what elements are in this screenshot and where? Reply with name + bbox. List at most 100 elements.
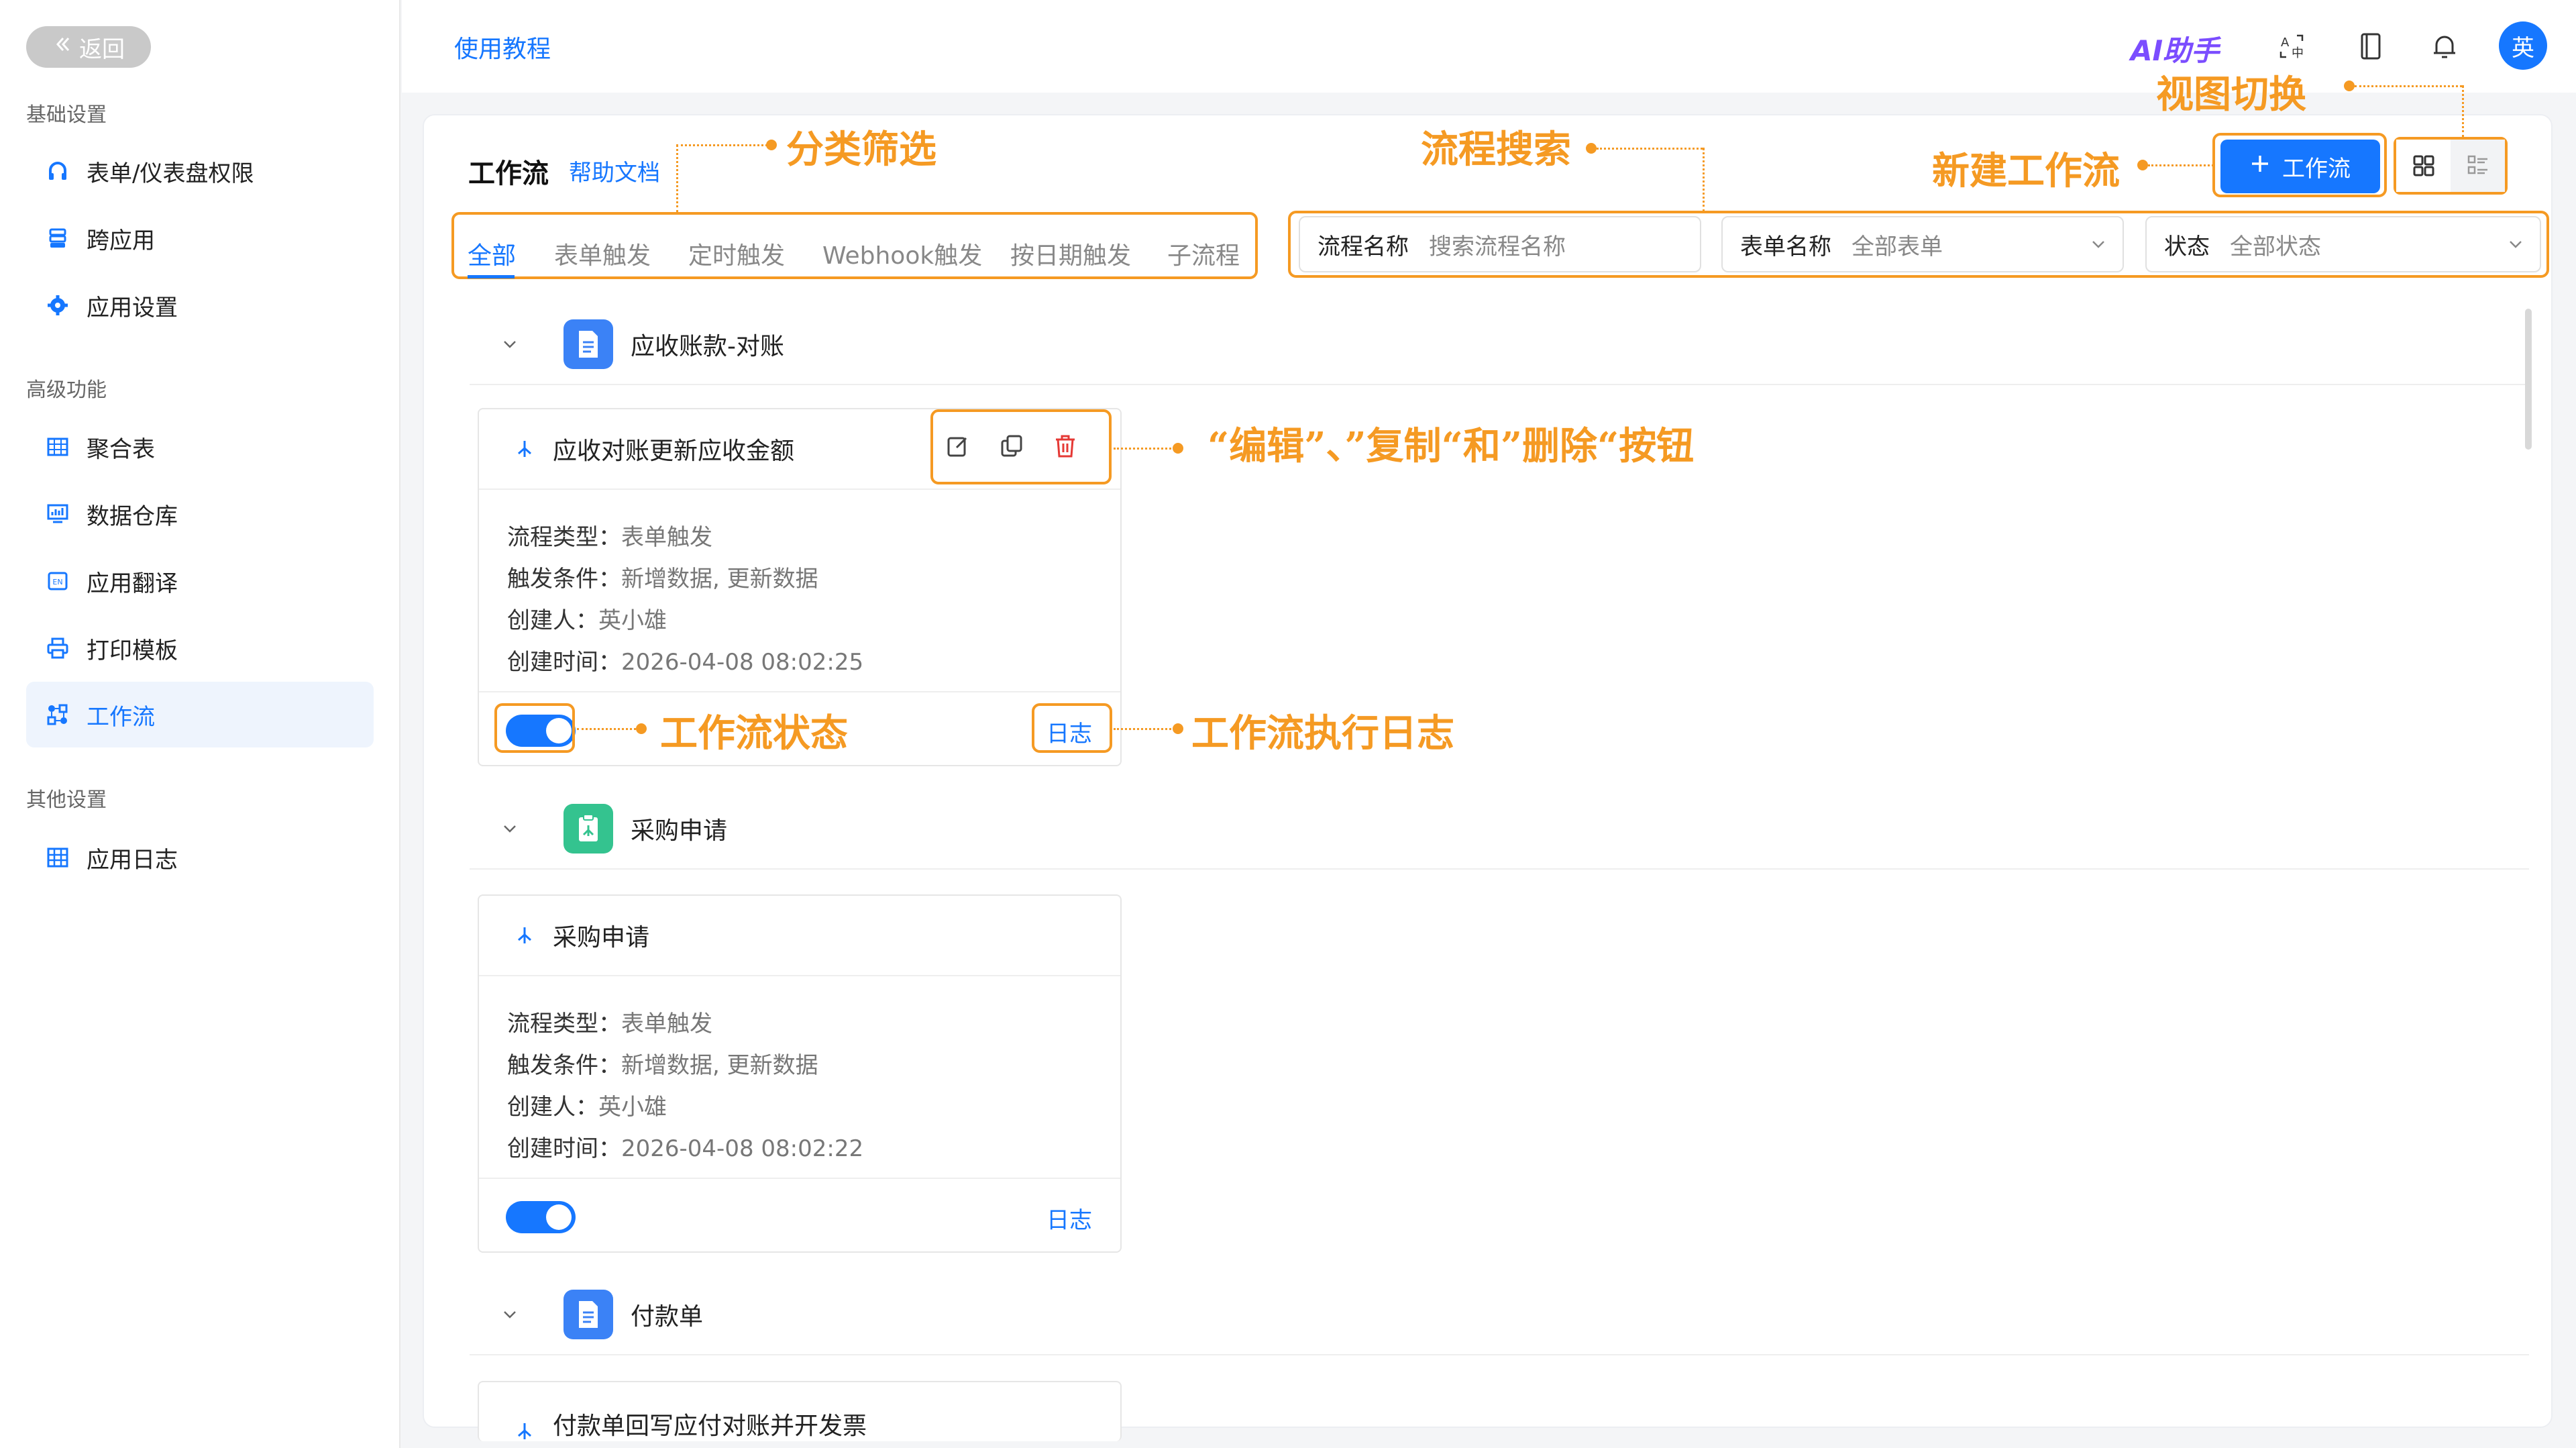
document-icon	[564, 319, 613, 369]
callout-dot	[2344, 81, 2355, 91]
chevron-down-icon[interactable]	[490, 1304, 530, 1325]
form-name-select[interactable]: 表单名称 全部表单	[1721, 216, 2124, 272]
status-value: 全部状态	[2230, 233, 2321, 260]
tab-date-trigger[interactable]: 按日期触发	[1010, 236, 1131, 271]
sidebar-item-data-warehouse[interactable]: 数据仓库	[26, 481, 374, 547]
callout-line	[577, 728, 644, 730]
scrollbar[interactable]	[2525, 309, 2532, 450]
status-select[interactable]: 状态 全部状态	[2145, 216, 2541, 272]
sidebar-item-app-log[interactable]: 应用日志	[26, 825, 374, 890]
callout-line	[1703, 148, 1705, 212]
sidebar-item-print-template[interactable]: 打印模板	[26, 615, 374, 681]
flow-name-input[interactable]: 搜索流程名称	[1429, 228, 1566, 261]
log-link[interactable]: 日志	[1046, 1202, 1092, 1235]
section-title-other: 其他设置	[26, 788, 107, 812]
help-doc-link[interactable]: 帮助文档	[569, 154, 660, 187]
back-label: 返回	[79, 36, 125, 63]
callout-flow-search: 流程搜索	[1421, 127, 1571, 172]
chevron-down-icon[interactable]	[490, 819, 530, 839]
callout-dot	[1173, 723, 1183, 734]
sidebar-item-app-translation[interactable]: EN 应用翻译	[26, 548, 374, 614]
callout-dot	[1173, 443, 1183, 454]
group-row[interactable]: 采购申请	[470, 789, 2529, 870]
callout-dot	[766, 140, 777, 150]
delete-icon[interactable]	[1052, 433, 1079, 460]
group-name: 应收账款-对账	[631, 333, 784, 360]
sidebar-item-label: 应用翻译	[87, 570, 178, 597]
book-icon[interactable]	[2355, 30, 2387, 62]
chevron-down-icon	[2092, 241, 2104, 248]
time-label: 创建时间：	[507, 1135, 621, 1162]
sidebar-item-aggregate-table[interactable]: 聚合表	[26, 414, 374, 480]
chevron-down-icon	[2510, 241, 2522, 248]
tutorial-link[interactable]: 使用教程	[454, 30, 551, 64]
callout-line	[1597, 148, 1703, 150]
flow-branch-icon	[511, 925, 538, 945]
group-name: 付款单	[631, 1303, 704, 1331]
status-toggle-highlight	[494, 703, 575, 753]
list-view-icon[interactable]	[2451, 140, 2505, 192]
sidebar-item-app-settings[interactable]: 应用设置	[26, 272, 374, 338]
callout-line	[2462, 85, 2464, 138]
workflow-icon	[46, 703, 69, 726]
sidebar-item-cross-app[interactable]: 跨应用	[26, 205, 374, 271]
trigger-value: 新增数据, 更新数据	[621, 566, 818, 592]
plus-icon	[2250, 153, 2270, 180]
back-button[interactable]: 返回	[26, 26, 151, 68]
tab-subprocess[interactable]: 子流程	[1167, 236, 1240, 271]
flow-name-label: 流程名称	[1318, 233, 1409, 260]
document-icon	[564, 1290, 613, 1339]
sidebar-item-label: 应用日志	[87, 846, 178, 874]
time-value: 2026-04-08 08:02:25	[621, 649, 864, 676]
group-row[interactable]: 付款单	[470, 1275, 2529, 1355]
grid-icon	[46, 846, 69, 869]
sidebar-item-label: 数据仓库	[87, 503, 178, 530]
ai-assistant-button[interactable]: AI助手	[2131, 28, 2219, 69]
translate-icon: EN	[46, 570, 69, 592]
callout-line	[2355, 85, 2462, 87]
callout-line	[1114, 448, 1179, 450]
section-title-advanced: 高级功能	[26, 378, 107, 402]
card-view-icon[interactable]	[2396, 140, 2451, 192]
status-label: 状态	[2164, 233, 2210, 260]
sidebar-item-label: 跨应用	[87, 227, 155, 254]
translate-toggle-icon[interactable]: A中	[2277, 30, 2309, 62]
form-name-value: 全部表单	[1851, 233, 1943, 260]
chevron-down-icon[interactable]	[490, 334, 530, 354]
avatar[interactable]: 英	[2499, 21, 2547, 70]
callout-line	[676, 144, 678, 213]
type-value: 表单触发	[621, 524, 712, 551]
callout-workflow-log: 工作流执行日志	[1191, 711, 1454, 756]
sidebar-item-label: 聚合表	[87, 435, 155, 463]
tab-all[interactable]: 全部	[468, 236, 516, 271]
stack-icon	[46, 227, 69, 250]
workflow-status-toggle[interactable]	[506, 1201, 576, 1233]
sidebar-item-workflow[interactable]: 工作流	[26, 682, 374, 747]
tab-scheduled-trigger[interactable]: 定时触发	[688, 236, 785, 271]
sidebar-item-form-permissions[interactable]: 表单/仪表盘权限	[26, 138, 374, 204]
callout-category-filter: 分类筛选	[786, 127, 936, 172]
callout-dot	[2137, 160, 2148, 170]
tab-webhook-trigger[interactable]: Webhook触发	[822, 236, 982, 271]
sidebar-item-label: 表单/仪表盘权限	[87, 160, 254, 187]
workflow-card[interactable]: 付款单回写应付对账并开发票	[478, 1381, 1122, 1441]
callout-line	[2148, 164, 2214, 166]
callout-line	[676, 144, 767, 146]
tab-form-trigger[interactable]: 表单触发	[554, 236, 651, 271]
edit-icon[interactable]	[945, 433, 971, 460]
card-title: 应收对账更新应收金额	[553, 437, 795, 465]
workflow-card[interactable]: 采购申请 流程类型：表单触发 触发条件：新增数据, 更新数据 创建人：英小雄 创…	[478, 894, 1122, 1253]
bell-icon[interactable]	[2428, 30, 2461, 62]
copy-icon[interactable]	[998, 433, 1025, 460]
callout-view-switch: 视图切换	[2156, 72, 2306, 117]
callout-dot	[1586, 143, 1597, 154]
creator-label: 创建人：	[507, 607, 598, 634]
new-workflow-button[interactable]: 工作流	[2220, 140, 2380, 193]
flow-branch-icon	[511, 1421, 538, 1441]
new-workflow-label: 工作流	[2282, 155, 2351, 183]
sidebar-item-label: 工作流	[87, 703, 155, 731]
group-row[interactable]: 应收账款-对账	[470, 305, 2529, 385]
group-name: 采购申请	[631, 817, 728, 845]
callout-dot	[636, 723, 647, 734]
flow-name-search[interactable]: 流程名称 搜索流程名称	[1299, 216, 1701, 272]
